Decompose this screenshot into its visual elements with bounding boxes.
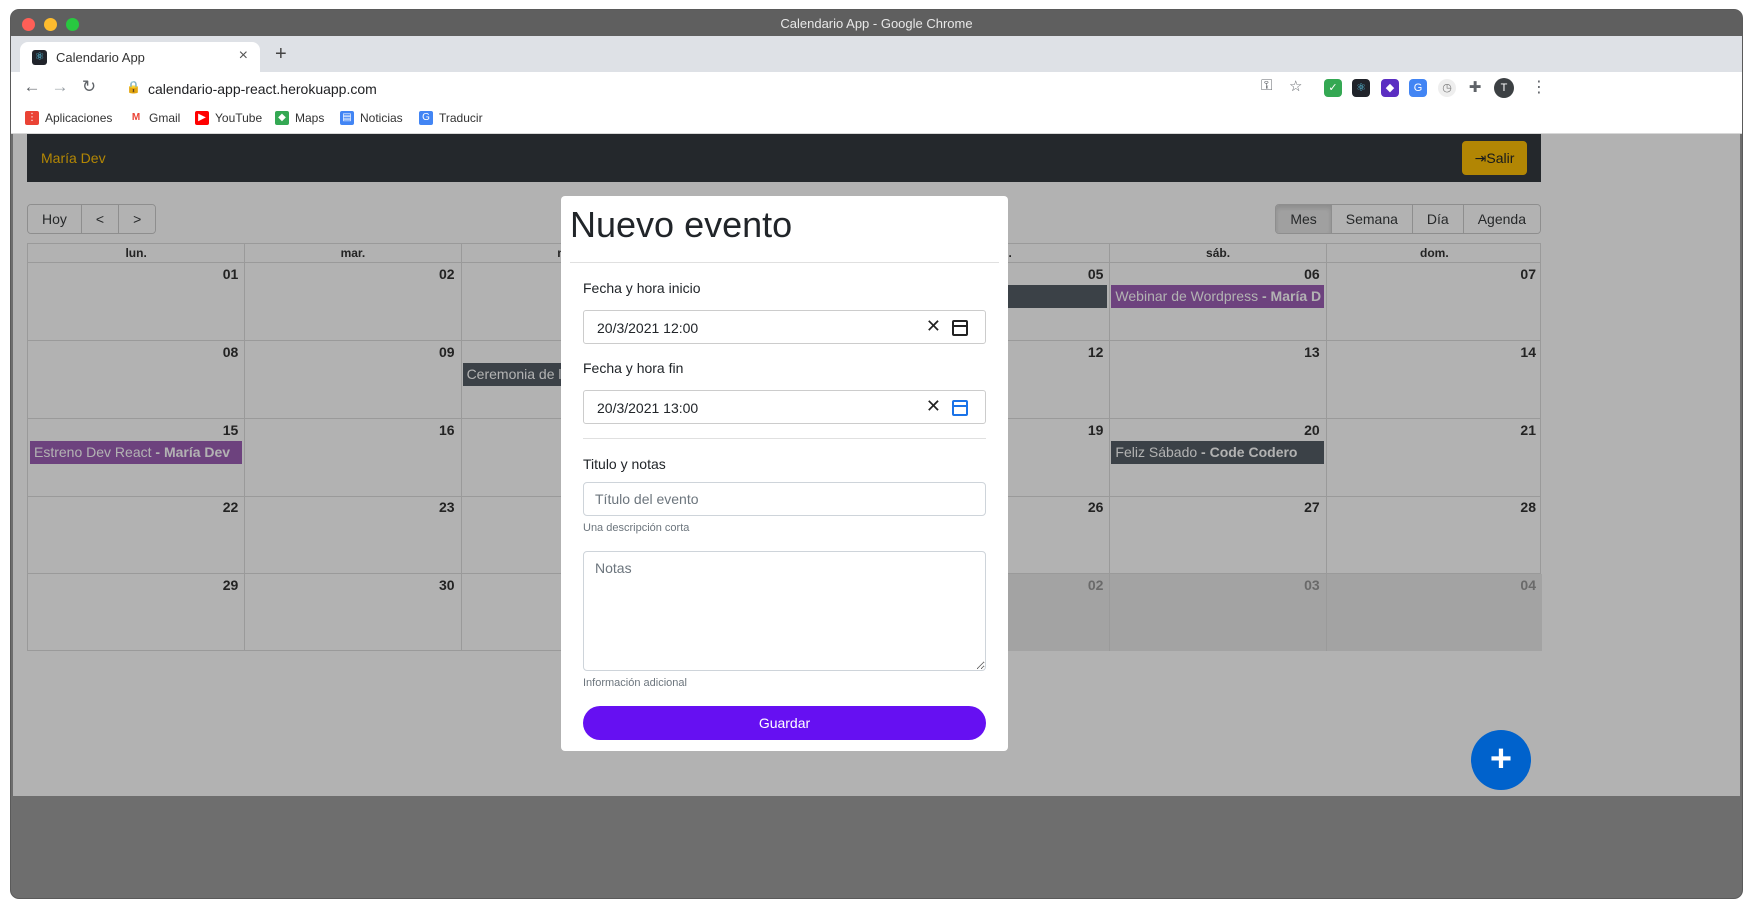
gmail-icon: M [129, 111, 143, 125]
url-text: calendario-app-react.herokuapp.com [148, 81, 377, 97]
calendar-icon[interactable] [952, 320, 968, 336]
start-label: Fecha y hora inicio [583, 280, 701, 296]
save-button[interactable]: Guardar [583, 706, 986, 740]
notes-textarea[interactable] [583, 551, 986, 671]
shield-extension-icon[interactable]: ✓ [1324, 79, 1342, 97]
window-titlebar: Calendario App - Google Chrome [11, 10, 1742, 36]
calendar-icon[interactable] [952, 400, 968, 416]
modal-title: Nuevo evento [570, 204, 793, 245]
bookmark-label: Gmail [149, 111, 181, 125]
youtube-icon: ▶ [195, 111, 209, 125]
key-icon[interactable]: ⚿ [1261, 77, 1272, 94]
apps-grid-icon: ⋮ [25, 111, 39, 125]
bookmark-label: Noticias [360, 111, 403, 125]
page-viewport: María Dev ⇥Salir Hoy < > Mes Semana Día … [13, 134, 1740, 796]
new-event-modal: Nuevo evento Fecha y hora inicio 20/3/20… [561, 196, 1008, 751]
bookmark-youtube[interactable]: ▶ YouTube [195, 111, 262, 125]
bookmark-label: YouTube [215, 111, 263, 125]
new-tab-button[interactable]: + [275, 44, 287, 64]
end-label: Fecha y hora fin [583, 360, 684, 376]
event-title-input[interactable] [583, 482, 986, 516]
redux-extension-icon[interactable]: ◆ [1381, 79, 1399, 97]
lock-icon: 🔒 [126, 80, 141, 94]
timer-extension-icon[interactable]: ◷ [1438, 79, 1456, 97]
clear-icon[interactable]: ✕ [926, 396, 941, 417]
maps-icon: ◆ [275, 111, 289, 125]
start-datetime-input[interactable]: 20/3/2021 12:00 ✕ [583, 310, 986, 344]
clear-icon[interactable]: ✕ [926, 316, 941, 337]
bookmark-traducir[interactable]: G Traducir [419, 111, 483, 125]
tab-strip: ⚛ Calendario App × + [11, 36, 1742, 72]
start-datetime-value: 20/3/2021 12:00 [597, 320, 699, 336]
notes-section-label: Titulo y notas [583, 456, 666, 472]
bookmark-aplicaciones[interactable]: ⋮ Aplicaciones [25, 111, 112, 125]
bookmark-noticias[interactable]: ▤ Noticias [340, 111, 403, 125]
back-icon[interactable]: ← [21, 77, 43, 97]
more-menu-icon[interactable]: ⋮ [1531, 77, 1547, 97]
tab-calendario-app[interactable]: ⚛ Calendario App × [20, 42, 260, 72]
bookmark-label: Aplicaciones [45, 111, 113, 125]
react-devtools-icon[interactable]: ⚛ [1352, 79, 1370, 97]
bookmark-gmail[interactable]: M Gmail [129, 111, 180, 125]
notes-help-text: Información adicional [583, 677, 687, 689]
browser-window: Calendario App - Google Chrome ⚛ Calenda… [11, 10, 1742, 898]
bookmark-maps[interactable]: ◆ Maps [275, 111, 324, 125]
browser-toolbar: ← → ↻ 🔒 calendario-app-react.herokuapp.c… [11, 72, 1742, 106]
puzzle-icon[interactable]: ✚ [1466, 79, 1484, 97]
bookmark-label: Traducir [439, 111, 483, 125]
window-title: Calendario App - Google Chrome [780, 16, 973, 31]
react-icon: ⚛ [32, 50, 47, 65]
add-event-button[interactable]: + [1471, 730, 1531, 790]
bookmark-label: Maps [295, 111, 325, 125]
title-help-text: Una descripción corta [583, 522, 690, 534]
bookmarks-bar: ⋮ Aplicaciones M Gmail ▶ YouTube ◆ Maps … [11, 106, 1742, 134]
divider [570, 262, 999, 263]
divider [583, 438, 986, 439]
address-bar[interactable]: 🔒 calendario-app-react.herokuapp.com [126, 75, 1406, 103]
tab-title: Calendario App [56, 50, 145, 65]
reload-icon[interactable]: ↻ [78, 77, 100, 97]
end-datetime-input[interactable]: 20/3/2021 13:00 ✕ [583, 390, 986, 424]
avatar[interactable]: T [1494, 78, 1514, 98]
close-icon[interactable]: × [239, 47, 248, 65]
translate-icon: G [419, 111, 433, 125]
news-icon: ▤ [340, 111, 354, 125]
star-icon[interactable]: ☆ [1289, 77, 1302, 95]
forward-icon[interactable]: → [49, 77, 71, 97]
end-datetime-value: 20/3/2021 13:00 [597, 400, 699, 416]
translate-extension-icon[interactable]: G [1409, 79, 1427, 97]
